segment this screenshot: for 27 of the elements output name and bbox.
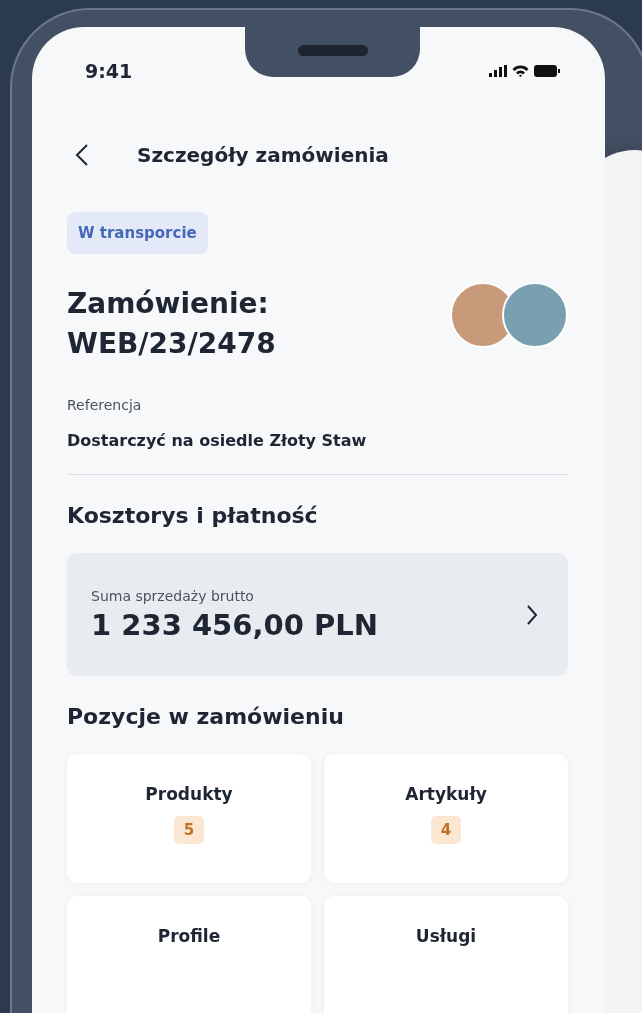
chevron-right-icon — [526, 603, 538, 626]
section-heading: Pozycje w zamówieniu — [67, 704, 345, 729]
item-tile[interactable]: Usługi — [324, 896, 568, 1013]
tile-label: Artykuły — [405, 784, 487, 804]
total-amount: 1 233 456,00 PLN — [91, 607, 378, 642]
tile-label: Produkty — [145, 784, 233, 804]
section-heading: Kosztorys i płatność — [67, 503, 319, 528]
status-badge: W transporcie — [67, 212, 208, 254]
item-tile[interactable]: Artykuły 4 — [324, 754, 568, 883]
count-badge: 4 — [430, 816, 462, 844]
back-icon — [75, 143, 89, 167]
reference-value: Dostarczyć na osiedle Złoty Staw — [67, 431, 368, 450]
screen-title: Szczegóły zamówienia — [137, 143, 390, 167]
order-title: Zamówienie: WEB/23/2478 — [67, 286, 276, 362]
speaker-slot — [297, 45, 368, 56]
status-time: 9:41 — [85, 59, 133, 82]
tile-label: Usługi — [415, 926, 477, 946]
total-card[interactable]: Suma sprzedaży brutto 1 233 456,00 PLN — [67, 553, 568, 676]
total-label: Suma sprzedaży brutto — [91, 587, 255, 604]
item-tile[interactable]: Produkty 5 — [67, 754, 311, 883]
signal-icon — [489, 64, 507, 77]
reference-label: Referencja — [67, 397, 143, 413]
item-tile[interactable]: Profile — [67, 896, 311, 1013]
battery-icon — [534, 64, 560, 77]
tile-label: Profile — [157, 926, 221, 946]
count-badge: 5 — [173, 816, 205, 844]
wifi-icon — [512, 64, 529, 77]
